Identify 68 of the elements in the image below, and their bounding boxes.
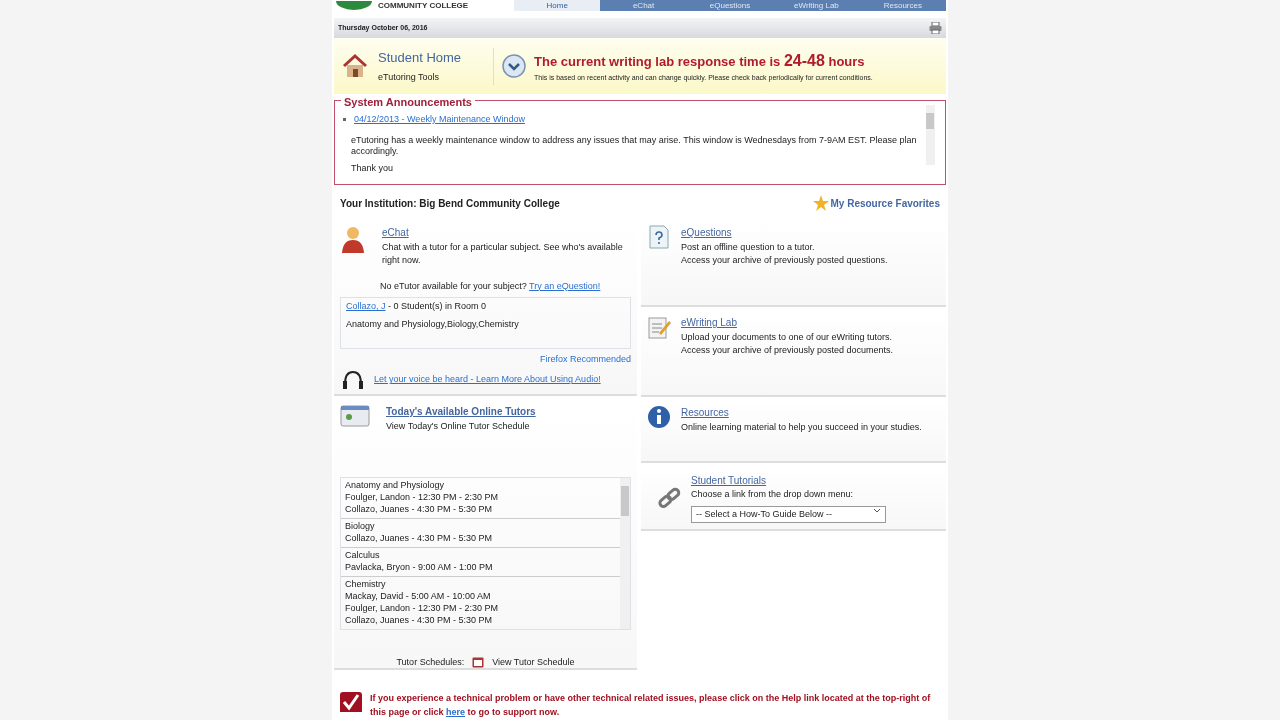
nav-tab[interactable]: eQuestions bbox=[686, 0, 774, 11]
section-title[interactable]: Today's Available Online Tutors bbox=[386, 406, 536, 417]
support-link[interactable]: here bbox=[446, 706, 466, 717]
schedule-entry: Foulger, Landon - 12:30 PM - 2:30 PM bbox=[345, 491, 500, 503]
audio-link[interactable]: Let your voice be heard - Learn More About Using Audio! bbox=[374, 373, 601, 387]
subject-heading: Calculus bbox=[345, 549, 381, 561]
footer-label: Tutor Schedules: bbox=[396, 656, 465, 669]
schedule-entry: Pavlacka, Bryon - 9:00 AM - 1:00 PM bbox=[345, 561, 494, 573]
section-description: View Today's Online Tutor Schedule bbox=[386, 419, 531, 433]
section-description: Online learning material to help you succeed in your studies. bbox=[681, 420, 922, 434]
prompt-text: No eTutor available for your subject? Try an eQuestion! bbox=[380, 279, 602, 293]
tutor-link[interactable]: Collazo, J bbox=[346, 301, 386, 311]
caret-icon bbox=[873, 507, 881, 513]
house-icon bbox=[342, 53, 368, 79]
schedule-card-icon bbox=[340, 404, 370, 428]
nav-tab[interactable]: eChat bbox=[600, 0, 687, 11]
favorites-link[interactable]: My Resource Favorites bbox=[812, 195, 940, 211]
section-title[interactable]: eQuestions bbox=[681, 227, 732, 238]
equestion-link[interactable]: Try an eQuestion! bbox=[529, 280, 601, 291]
section-title[interactable]: Resources bbox=[681, 407, 729, 418]
chevron-circle-icon bbox=[502, 54, 526, 78]
printer-icon bbox=[929, 22, 942, 34]
calendar-icon bbox=[472, 657, 485, 669]
announcement-text: eTutoring has a weekly maintenance window to address any issues that may arise. This window is Wednesdays from 7-9AM EST. Please plan accordingly. bbox=[351, 134, 918, 158]
browser-note: Firefox Recommended bbox=[538, 352, 631, 366]
schedule-entry: Collazo, Juanes - 4:30 PM - 5:30 PM bbox=[345, 532, 494, 544]
logo-icon bbox=[334, 0, 374, 11]
schedule-link[interactable]: View Tutor Schedule bbox=[492, 656, 575, 670]
star-icon bbox=[812, 195, 829, 211]
section-title[interactable]: eChat bbox=[382, 227, 409, 238]
logo-text: COMMUNITY COLLEGE bbox=[378, 1, 469, 10]
section-description: Choose a link from the drop down menu: bbox=[691, 488, 855, 502]
nav-tab[interactable]: Resources bbox=[859, 0, 947, 11]
announcement-closing: Thank you bbox=[351, 161, 395, 175]
guide-select[interactable]: -- Select a How-To Guide Below -- bbox=[691, 505, 886, 524]
support-text: If you experience a technical problem or have other technical related issues, please click on the Help link located at the top-right of this page or click here to go to support now. bbox=[370, 692, 932, 719]
response-time-text: The current writing lab response time is 24-48 hours bbox=[534, 50, 866, 71]
section-title: Student Home bbox=[378, 48, 462, 67]
nav-tab[interactable]: eWriting Lab bbox=[773, 0, 860, 11]
room-text: Collazo, J - 0 Student(s) in Room 0 bbox=[346, 300, 488, 313]
checkmark-icon bbox=[340, 692, 362, 712]
subject-heading: Biology bbox=[345, 520, 376, 532]
section-description: Post an offline question to a tutor. bbox=[681, 240, 816, 254]
room-subjects: Anatomy and Physiology,Biology,Chemistry bbox=[346, 317, 520, 331]
bullet-icon bbox=[343, 118, 346, 122]
section-subtitle: eTutoring Tools bbox=[378, 71, 441, 84]
headset-icon bbox=[340, 370, 366, 390]
section-description: Access your archive of previously posted documents. bbox=[681, 344, 894, 357]
schedule-entry: Collazo, Juanes - 4:30 PM - 5:30 PM bbox=[345, 503, 494, 515]
announcement-link[interactable]: 04/12/2013 - Weekly Maintenance Window bbox=[354, 113, 525, 127]
chain-link-icon bbox=[657, 486, 681, 510]
section-description: Upload your documents to one of our eWriting tutors. bbox=[681, 330, 893, 344]
schedule-entry: Foulger, Landon - 12:30 PM - 2:30 PM bbox=[345, 602, 500, 614]
question-document-icon bbox=[647, 225, 671, 249]
person-icon bbox=[340, 225, 366, 253]
subject-heading: Anatomy and Physiology bbox=[345, 479, 446, 491]
notepad-pencil-icon bbox=[647, 315, 671, 339]
section-description: Access your archive of previously posted questions. bbox=[681, 254, 888, 267]
scrollbar bbox=[925, 105, 935, 165]
nav-tab[interactable]: Home bbox=[514, 0, 601, 11]
schedule-entry: Mackay, David - 5:00 AM - 10:00 AM bbox=[345, 590, 492, 602]
info-icon bbox=[647, 405, 671, 429]
section-description: Chat with a tutor for a particular subject. See who's available right now. bbox=[382, 240, 624, 267]
subject-heading: Chemistry bbox=[345, 578, 387, 590]
section-title[interactable]: Student Tutorials bbox=[691, 474, 767, 486]
schedule-entry: Collazo, Juanes - 4:30 PM - 5:30 PM bbox=[345, 614, 494, 626]
section-title[interactable]: eWriting Lab bbox=[681, 317, 737, 328]
institution-text: Your Institution: Big Bend Community College bbox=[340, 196, 560, 211]
